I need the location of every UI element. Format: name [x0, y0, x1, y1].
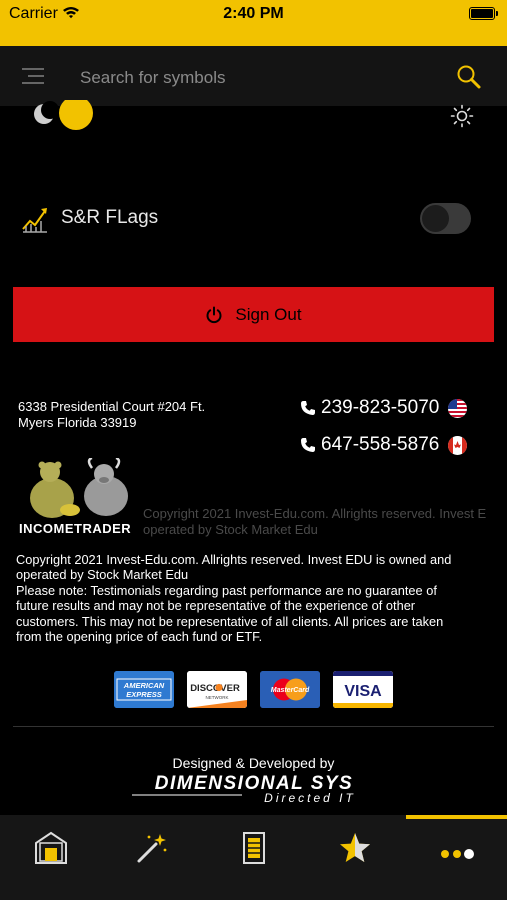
tab-favorites[interactable]: [304, 815, 405, 880]
address: 6338 Presidential Court #204 Ft. Myers F…: [18, 399, 248, 431]
payment-cards: AMERICAN EXPRESS DISCOVER NETWORK Master…: [0, 671, 507, 709]
tab-more[interactable]: [406, 815, 507, 880]
mastercard-text: MasterCard: [271, 687, 310, 694]
dimensional-sys-logo[interactable]: DIMENSIONAL SYS Directed IT: [130, 773, 378, 807]
disclaimer: Copyright 2021 Invest-Edu.com. Allrights…: [16, 552, 494, 644]
trend-chart-icon: [21, 205, 49, 238]
disclaimer-line: future results and may not be representa…: [16, 598, 416, 614]
company-tagline: Directed IT: [264, 791, 356, 805]
phone-icon: [301, 438, 315, 452]
footer-divider: [13, 726, 494, 727]
phone-ca[interactable]: 647-558-5876: [300, 434, 468, 456]
disclaimer-line: operated by Stock Market Edu: [16, 567, 189, 583]
address-line: 6338 Presidential Court #204 Ft.: [18, 399, 206, 414]
copyright-faded: Copyright 2021 Invest-Edu.com. Allrights…: [143, 506, 507, 538]
menu-icon[interactable]: [22, 68, 44, 84]
discover-card-icon: DISCOVER NETWORK: [187, 671, 247, 708]
copyright-faded-line: operated by Stock Market Edu: [143, 522, 318, 537]
search-input[interactable]: [78, 64, 442, 92]
sr-flags-toggle[interactable]: [420, 203, 471, 234]
designed-by-label: Designed & Developed by: [172, 755, 335, 771]
phone-us-number: 239-823-5070: [321, 397, 440, 418]
phone-us[interactable]: 239-823-5070: [300, 397, 468, 419]
sign-out-button[interactable]: Sign Out: [13, 287, 494, 342]
sun-icon[interactable]: [450, 104, 474, 133]
sign-out-label: Sign Out: [235, 304, 302, 324]
tab-wand[interactable]: [101, 815, 202, 880]
clock-label: 2:40 PM: [223, 5, 284, 22]
battery-icon: [469, 7, 498, 20]
tab-home[interactable]: [0, 815, 101, 880]
disclaimer-line: Please note: Testimonials regarding past…: [16, 582, 437, 598]
sr-flags-label: S&R FLags: [61, 207, 159, 228]
visa-card-icon: VISA: [333, 671, 393, 708]
search-icon[interactable]: [456, 64, 482, 95]
disclaimer-line: customers. This may not be representativ…: [16, 613, 444, 629]
visa-text: VISA: [344, 683, 382, 700]
logo-text: INCOMETRADER: [19, 521, 132, 536]
tab-notepad[interactable]: [203, 815, 304, 880]
mastercard-card-icon: MasterCard: [260, 671, 320, 708]
more-dots-icon: [440, 849, 474, 859]
theme-toggle[interactable]: [30, 96, 94, 132]
disclaimer-line: Copyright 2021 Invest-Edu.com. Allrights…: [16, 552, 452, 567]
phone-icon: [301, 401, 315, 415]
home-icon: [34, 831, 67, 864]
address-line: Myers Florida 33919: [18, 415, 137, 430]
amex-text: EXPRESS: [126, 690, 161, 699]
amex-card-icon: AMERICAN EXPRESS: [114, 671, 174, 708]
phone-ca-number: 647-558-5876: [321, 434, 440, 455]
amex-text: AMERICAN: [123, 681, 165, 690]
magic-wand-icon: [137, 834, 166, 863]
discover-text: DISCOVER: [190, 683, 240, 694]
star-icon: [339, 833, 370, 862]
copyright-faded-line: Copyright 2021 Invest-Edu.com. Allrights…: [143, 506, 487, 521]
us-flag-icon: [448, 398, 468, 418]
discover-sub-text: NETWORK: [206, 695, 229, 700]
canada-flag-icon: [448, 435, 468, 455]
disclaimer-line: from the opening price of each fund or E…: [16, 629, 263, 645]
power-icon: [206, 306, 222, 323]
top-bar: [0, 46, 507, 106]
notepad-icon: [242, 832, 265, 864]
status-bar: Carrier 2:40 PM: [0, 0, 507, 46]
toggle-knob: [422, 205, 449, 232]
